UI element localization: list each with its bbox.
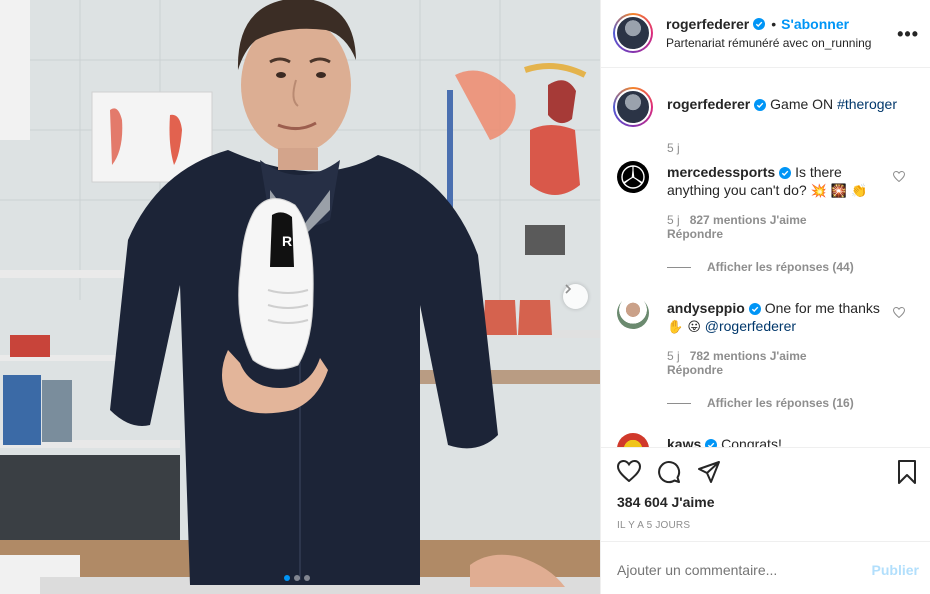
carousel-indicator	[284, 575, 310, 581]
paid-partnership-label[interactable]: Partenariat rémunéré avec on_running	[666, 36, 871, 50]
comment-meta: 5 j 782 mentions J'aime Répondre	[667, 349, 807, 377]
comment-meta: 5 j 827 mentions J'aime Répondre	[667, 213, 807, 241]
view-replies-button[interactable]: Afficher les réponses (16)	[667, 396, 854, 410]
verified-badge-icon	[753, 18, 766, 30]
publish-button[interactable]: Publier	[872, 562, 919, 578]
view-replies-button[interactable]: Afficher les réponses (44)	[667, 260, 854, 274]
replies-divider	[667, 402, 691, 404]
caption-time[interactable]: 5 j	[667, 141, 680, 155]
verified-badge-icon	[748, 303, 761, 316]
like-heart-icon[interactable]	[617, 460, 641, 482]
view-replies-label: Afficher les réponses (44)	[707, 260, 854, 274]
more-options-button[interactable]: •••	[897, 24, 919, 45]
comment-mention[interactable]: @rogerfederer	[705, 318, 796, 334]
view-replies-label: Afficher les réponses (16)	[707, 396, 854, 410]
caption-avatar[interactable]	[613, 87, 653, 127]
post-date[interactable]: IL Y A 5 JOURS	[617, 520, 690, 531]
comment-body: One for me thanks	[764, 300, 880, 316]
chevron-right-icon	[565, 284, 572, 294]
caption-hashtag[interactable]: #theroger	[837, 96, 897, 112]
comment-likes[interactable]: 782 mentions J'aime	[690, 349, 807, 363]
comment-input[interactable]	[617, 562, 847, 578]
like-comment-heart-icon[interactable]	[893, 171, 905, 182]
author-username[interactable]: rogerfederer	[666, 16, 749, 32]
reply-button[interactable]: Répondre	[667, 227, 807, 241]
comment-username[interactable]: mercedessports	[667, 164, 775, 180]
replies-divider	[667, 266, 691, 268]
post-photo: R	[0, 0, 600, 594]
like-comment-heart-icon[interactable]	[893, 307, 905, 318]
comment-text: andyseppio One for me thanks ✋ 😛 @rogerf…	[667, 299, 889, 337]
verified-badge-icon	[705, 439, 718, 447]
comment-username[interactable]: andyseppio	[667, 300, 745, 316]
carousel-dot	[304, 575, 310, 581]
carousel-dot-active	[284, 575, 290, 581]
carousel-dot	[294, 575, 300, 581]
comment-time[interactable]: 5 j	[667, 349, 680, 363]
comment-likes[interactable]: 827 mentions J'aime	[690, 213, 807, 227]
separator-dot: •	[771, 16, 777, 32]
comment-text: mercedessports Is there anything you can…	[667, 163, 889, 201]
reply-button[interactable]: Répondre	[667, 363, 807, 377]
caption-text: rogerfederer Game ON #theroger	[667, 95, 917, 113]
comments-list: rogerfederer Game ON #theroger 5 j merce…	[601, 69, 930, 447]
add-comment-bar: Publier	[601, 541, 930, 594]
svg-text:R: R	[282, 233, 292, 249]
post-header: rogerfederer • S'abonner Partenariat rém…	[601, 0, 930, 68]
comment-username[interactable]: kaws	[667, 436, 701, 447]
comment-bubble-icon[interactable]	[657, 460, 681, 484]
comment-text: kaws Congrats!	[667, 435, 889, 447]
caption-username[interactable]: rogerfederer	[667, 96, 750, 112]
comment-emojis: 💥 🎇 👏	[810, 184, 868, 199]
share-paper-plane-icon[interactable]	[697, 460, 721, 484]
comment-body: Congrats!	[721, 436, 782, 447]
caption-body: Game ON	[770, 96, 834, 112]
save-bookmark-icon[interactable]	[897, 460, 917, 484]
post-side-panel: rogerfederer • S'abonner Partenariat rém…	[600, 0, 930, 594]
post-likes-count[interactable]: 384 604 J'aime	[617, 494, 715, 510]
commenter-avatar[interactable]	[617, 297, 649, 329]
comment-time[interactable]: 5 j	[667, 213, 680, 227]
follow-button[interactable]: S'abonner	[781, 16, 849, 32]
commenter-avatar[interactable]	[617, 433, 649, 447]
verified-badge-icon	[754, 99, 767, 112]
author-row: rogerfederer • S'abonner	[666, 16, 849, 32]
carousel-next-button[interactable]	[563, 284, 588, 309]
post-actions: 384 604 J'aime IL Y A 5 JOURS	[601, 447, 930, 541]
photo-illustration: R	[0, 0, 600, 594]
author-avatar[interactable]	[613, 13, 653, 53]
verified-badge-icon	[779, 167, 792, 180]
mercedes-star-icon	[621, 165, 645, 189]
comment-emojis: ✋ 😛	[667, 320, 701, 335]
commenter-avatar[interactable]	[617, 161, 649, 193]
